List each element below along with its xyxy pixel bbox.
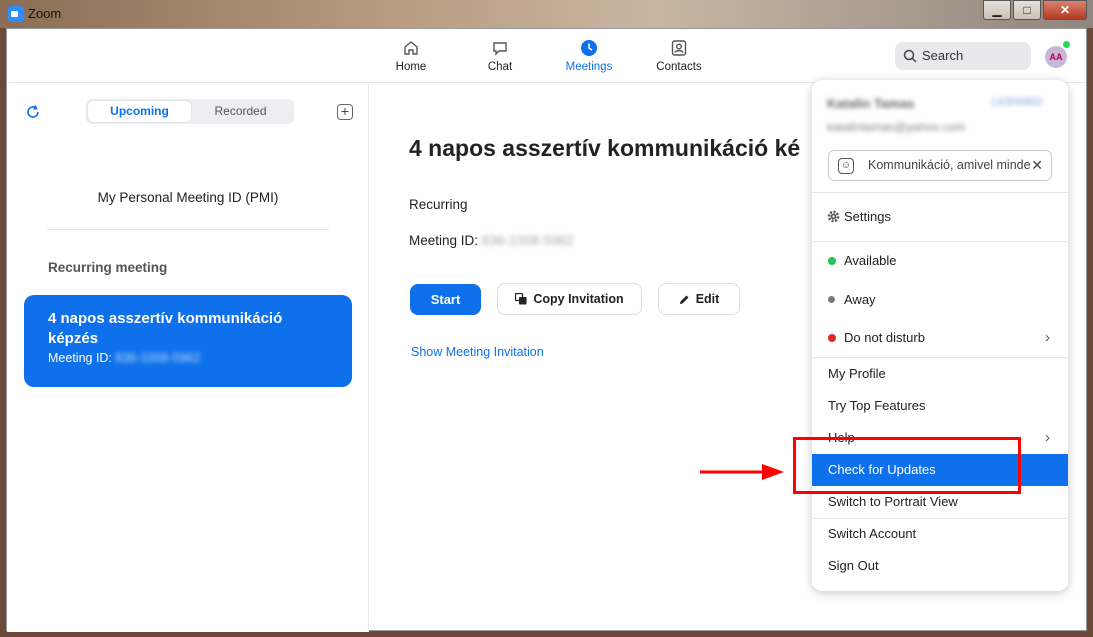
pencil-icon: [679, 295, 689, 304]
zoom-logo-icon: [8, 6, 24, 22]
tab-contacts[interactable]: Contacts: [644, 39, 714, 73]
zoom-app-window: Home Chat Meetings Contacts Search AA Up…: [6, 28, 1087, 632]
menu-item-away-label: Away: [844, 292, 876, 307]
add-meeting-icon[interactable]: +: [337, 104, 353, 120]
pmi-item[interactable]: My Personal Meeting ID (PMI): [7, 190, 369, 205]
tab-recorded[interactable]: Recorded: [189, 101, 292, 122]
chevron-right-icon: ›: [1045, 329, 1050, 346]
menu-item-switch-account[interactable]: Switch Account: [812, 518, 1068, 550]
meeting-card-id: Meeting ID: 836-1008-5962: [48, 351, 332, 365]
home-icon: [404, 41, 418, 55]
meeting-id-value: 836-1008-5962: [481, 233, 574, 248]
meeting-id: Meeting ID: 836-1008-5962: [409, 233, 573, 248]
menu-item-do-not-disturb[interactable]: Do not disturb ›: [812, 322, 1068, 354]
dnd-status-icon: [828, 334, 836, 342]
tab-chat-label: Chat: [487, 61, 513, 73]
available-status-icon: [828, 257, 836, 265]
tab-meetings-label: Meetings: [565, 61, 613, 73]
tab-chat[interactable]: Chat: [465, 39, 535, 73]
menu-item-help[interactable]: Help ›: [812, 422, 1068, 454]
meetings-sidebar: Upcoming Recorded + My Personal Meeting …: [7, 84, 369, 632]
tab-home[interactable]: Home: [376, 39, 446, 73]
menu-item-available[interactable]: Available: [812, 245, 1068, 277]
tab-home-label: Home: [395, 61, 427, 73]
search-icon: [903, 49, 917, 63]
meeting-title: 4 napos asszertív kommunikáció ké: [409, 135, 801, 161]
menu-item-dnd-label: Do not disturb: [844, 330, 925, 345]
menu-item-settings-label: Settings: [844, 209, 891, 224]
tab-meetings[interactable]: Meetings: [554, 39, 624, 73]
top-navigation: Home Chat Meetings Contacts Search AA: [7, 29, 1086, 83]
meeting-tabs: Upcoming Recorded: [86, 99, 294, 124]
menu-item-available-label: Available: [844, 253, 897, 268]
menu-item-sign-out[interactable]: Sign Out: [812, 550, 1068, 582]
user-name: Katalin Tamas: [827, 96, 915, 111]
tab-contacts-label: Contacts: [656, 61, 702, 73]
meeting-card-title: 4 napos asszertív kommunikáció képzés: [48, 310, 283, 347]
user-email: katalintamas@yahoo.com: [827, 120, 966, 134]
menu-item-help-label: Help: [828, 430, 855, 445]
window-titlebar: Zoom ▁ □ ✕: [0, 0, 1093, 28]
menu-divider: [812, 192, 1068, 193]
search-label: Search: [922, 48, 964, 63]
copy-invitation-button[interactable]: Copy Invitation: [497, 283, 642, 315]
meeting-id-label: Meeting ID:: [409, 233, 479, 248]
close-button[interactable]: ✕: [1043, 0, 1087, 20]
copy-invitation-label: Copy Invitation: [533, 292, 624, 306]
chevron-right-icon: ›: [1045, 429, 1050, 446]
contacts-icon: [671, 40, 687, 56]
gear-icon: [827, 210, 840, 223]
menu-divider: [812, 241, 1068, 242]
menu-item-check-for-updates[interactable]: Check for Updates: [812, 454, 1068, 486]
refresh-icon[interactable]: [25, 104, 41, 120]
meeting-card-id-label: Meeting ID:: [48, 351, 112, 365]
menu-item-away[interactable]: Away: [812, 284, 1068, 316]
window-controls: ▁ □ ✕: [981, 0, 1087, 20]
clock-icon: [581, 40, 597, 56]
clear-status-icon[interactable]: ✕: [1031, 151, 1043, 180]
recurring-label: Recurring: [409, 197, 468, 212]
menu-item-settings[interactable]: Settings: [812, 201, 1068, 233]
edit-button[interactable]: Edit: [658, 283, 740, 315]
status-message-text: Kommunikáció, amivel minde: [868, 158, 1031, 172]
away-status-icon: [828, 296, 835, 303]
minimize-button[interactable]: ▁: [983, 0, 1011, 20]
avatar[interactable]: AA: [1045, 46, 1067, 68]
tab-upcoming[interactable]: Upcoming: [88, 101, 191, 122]
chat-icon: [493, 42, 507, 56]
show-invitation-link[interactable]: Show Meeting Invitation: [411, 345, 544, 359]
profile-menu: Katalin Tamas LICENSED katalintamas@yaho…: [812, 80, 1068, 591]
red-arrow-annotation: [700, 464, 784, 480]
meeting-card-id-value: 836-1008-5962: [115, 351, 201, 365]
section-header: Recurring meeting: [48, 260, 168, 275]
divider: [47, 229, 329, 230]
smiley-icon: ☺: [838, 158, 854, 174]
meeting-card-selected[interactable]: 4 napos asszertív kommunikáció képzés Me…: [24, 295, 352, 387]
account-badge: LICENSED: [992, 97, 1043, 108]
edit-label: Edit: [695, 292, 720, 306]
menu-item-portrait-view[interactable]: Switch to Portrait View: [812, 486, 1068, 518]
maximize-button[interactable]: □: [1013, 0, 1041, 20]
menu-item-my-profile[interactable]: My Profile: [812, 358, 1068, 390]
online-status-dot: [1063, 41, 1070, 48]
status-message-field[interactable]: ☺ Kommunikáció, amivel minde ✕: [828, 150, 1052, 181]
menu-item-top-features[interactable]: Try Top Features: [812, 390, 1068, 422]
start-button[interactable]: Start: [410, 284, 481, 315]
window-title: Zoom: [28, 6, 62, 21]
copy-icon: [515, 293, 527, 305]
search-box[interactable]: Search: [895, 42, 1031, 70]
